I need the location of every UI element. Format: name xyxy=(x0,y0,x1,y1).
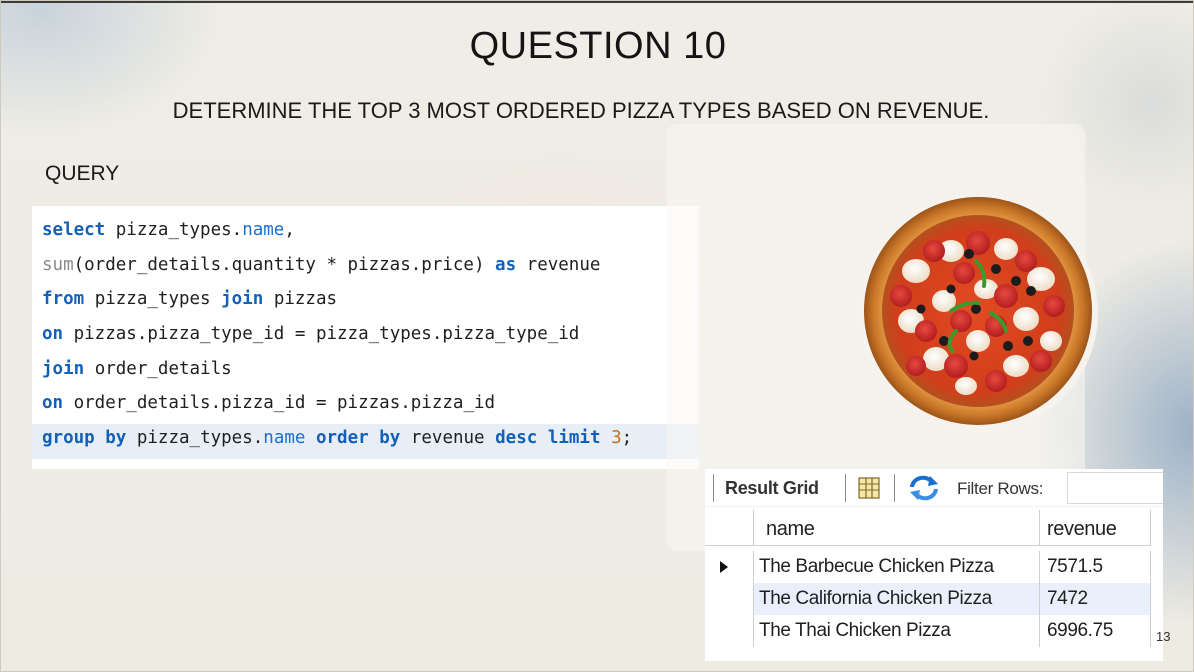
table-header-row: name revenue xyxy=(705,510,1151,546)
code-text: order_details xyxy=(84,358,232,379)
row-selector[interactable] xyxy=(705,551,754,583)
code-line: sum(order_details.quantity * pizzas.pric… xyxy=(32,251,699,286)
column-header-revenue[interactable]: revenue xyxy=(1040,510,1151,546)
code-keyword: limit xyxy=(547,428,601,449)
page-number: 13 xyxy=(1156,629,1171,644)
code-text: ; xyxy=(621,428,633,449)
code-field: name xyxy=(242,220,285,240)
code-keyword: from xyxy=(42,289,85,310)
toolbar-separator xyxy=(845,474,846,502)
code-keyword: on xyxy=(42,324,64,345)
code-field: name xyxy=(263,428,306,449)
slide: QUESTION 10 DETERMINE THE TOP 3 MOST ORD… xyxy=(0,0,1194,672)
cell-revenue[interactable]: 7571.5 xyxy=(1040,551,1151,583)
code-keyword: group xyxy=(42,428,95,449)
code-keyword: select xyxy=(42,220,106,240)
code-line-highlighted: group by pizza_types.name order by reven… xyxy=(32,424,699,459)
slide-subtitle: DETERMINE THE TOP 3 MOST ORDERED PIZZA T… xyxy=(172,98,990,123)
code-text: , xyxy=(284,220,295,240)
code-keyword: by xyxy=(379,428,401,449)
row-pointer-icon xyxy=(720,561,728,573)
cell-revenue[interactable]: 7472 xyxy=(1040,583,1151,615)
cell-name[interactable]: The California Chicken Pizza xyxy=(754,583,1040,615)
result-grid-panel: Result Grid Filter Rows: name revenue Th… xyxy=(705,469,1163,661)
result-grid-tab[interactable]: Result Grid xyxy=(725,478,819,499)
code-keyword: join xyxy=(221,289,264,310)
row-header-corner xyxy=(705,510,754,546)
code-text: pizzas.pizza_type_id = pizza_types.pizza… xyxy=(63,324,580,345)
code-text: pizzas xyxy=(263,289,338,310)
slide-title: QUESTION 10 xyxy=(469,25,727,67)
code-number: 3 xyxy=(611,428,622,449)
row-selector[interactable] xyxy=(705,583,754,615)
code-text: (order_details.quantity * pizzas.price) xyxy=(73,254,496,275)
code-line: select pizza_types.name, xyxy=(32,216,699,251)
cell-name[interactable]: The Thai Chicken Pizza xyxy=(754,615,1040,647)
pizza-image xyxy=(856,191,1101,436)
table-row[interactable]: The Thai Chicken Pizza 6996.75 xyxy=(705,615,1151,647)
sql-code-block: select pizza_types.name, sum(order_detai… xyxy=(32,206,699,469)
table-row[interactable]: The California Chicken Pizza 7472 xyxy=(705,583,1151,615)
code-keyword: join xyxy=(42,358,85,379)
code-keyword: order xyxy=(315,428,369,449)
toolbar-separator xyxy=(713,474,714,502)
refresh-icon[interactable] xyxy=(908,475,940,501)
code-line: on order_details.pizza_id = pizzas.pizza… xyxy=(32,389,699,424)
code-text: order_details.pizza_id = pizzas.pizza_id xyxy=(63,393,496,414)
cell-name[interactable]: The Barbecue Chicken Pizza xyxy=(754,551,1040,583)
code-function: sum xyxy=(42,254,74,275)
code-line: join order_details xyxy=(32,355,699,390)
code-text: pizza_types. xyxy=(105,220,243,240)
toolbar-separator xyxy=(894,474,895,502)
row-selector[interactable] xyxy=(705,615,754,647)
grid-layout-icon[interactable] xyxy=(857,476,881,500)
query-label: QUERY xyxy=(45,162,120,185)
code-keyword: by xyxy=(105,428,127,449)
code-line: on pizzas.pizza_type_id = pizza_types.pi… xyxy=(32,320,699,355)
cell-revenue[interactable]: 6996.75 xyxy=(1040,615,1151,647)
filter-rows-label: Filter Rows: xyxy=(957,479,1044,498)
code-text: pizza_types. xyxy=(126,428,264,449)
code-keyword: on xyxy=(42,393,64,414)
code-text: pizza_types xyxy=(84,289,222,310)
code-line: from pizza_types join pizzas xyxy=(32,285,699,320)
table-row[interactable]: The Barbecue Chicken Pizza 7571.5 xyxy=(705,551,1151,583)
code-text: revenue xyxy=(516,254,601,275)
column-header-name[interactable]: name xyxy=(754,510,1040,546)
filter-rows-input[interactable] xyxy=(1067,472,1163,504)
code-text: revenue xyxy=(400,428,496,449)
result-grid-toolbar: Result Grid Filter Rows: xyxy=(705,469,1163,507)
code-keyword: desc xyxy=(495,428,538,449)
top-border xyxy=(1,1,1193,3)
code-keyword: as xyxy=(495,254,517,275)
